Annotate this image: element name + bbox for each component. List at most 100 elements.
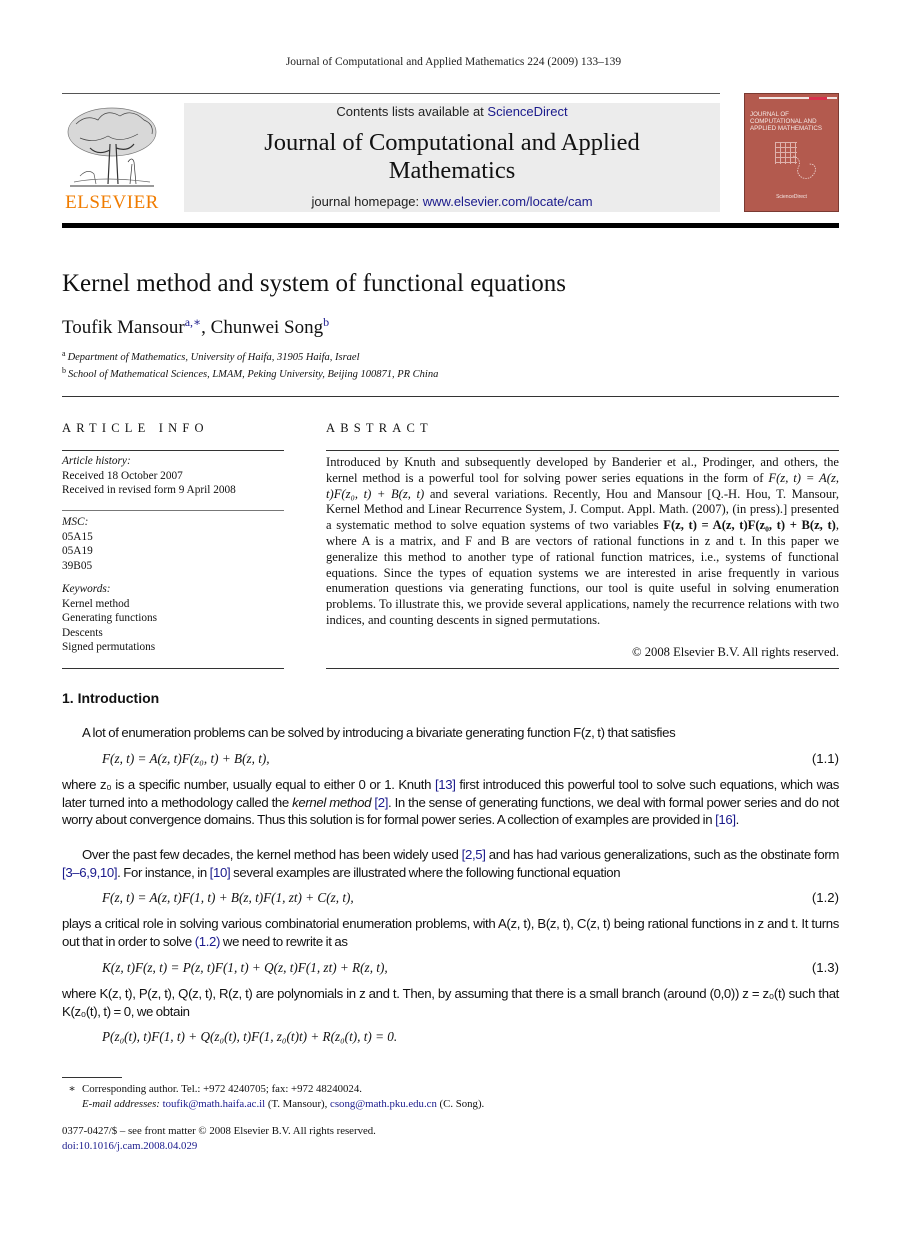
paragraph-text: Over the past few decades, the kernel me… [82, 847, 462, 862]
history-item: Received 18 October 2007 [62, 469, 183, 482]
header-rule [62, 93, 720, 94]
author-list: Toufik Mansoura,∗, Chunwei Songb [62, 315, 329, 339]
affiliation-text: Department of Mathematics, University of… [67, 352, 360, 363]
footnote-text: Corresponding author. Tel.: +972 4240705… [82, 1083, 362, 1095]
section-heading: 1. Introduction [62, 690, 160, 706]
emphasis-text: kernel method [292, 794, 372, 810]
journal-cover: JOURNAL OF COMPUTATIONAL AND APPLIED MAT… [744, 93, 839, 212]
footnote-emails: E-mail addresses: toufik@math.haifa.ac.i… [82, 1098, 484, 1110]
abstract-part: , where A is a matrix, and F and B are v… [326, 518, 839, 627]
intro-paragraph: where K(z, t), P(z, t), Q(z, t), R(z, t)… [62, 986, 839, 1019]
msc-code: 05A19 [62, 545, 93, 557]
citation-link[interactable]: [16] [715, 812, 736, 827]
article-info-rule [62, 510, 284, 511]
cover-footer: ScienceDirect [776, 194, 807, 200]
masthead-rule [62, 223, 839, 228]
footnote-corresponding: ∗ Corresponding author. Tel.: +972 424070… [62, 1082, 362, 1095]
cover-curve-graphic [792, 155, 816, 179]
homepage-prefix: journal homepage: [311, 194, 423, 209]
cover-accent [809, 97, 827, 100]
doi-link[interactable]: doi:10.1016/j.cam.2008.04.029 [62, 1140, 197, 1152]
citation-link[interactable]: [10] [210, 865, 231, 880]
keywords: Keywords: Kernel method Generating funct… [62, 582, 284, 655]
citation-link[interactable]: [13] [435, 777, 456, 792]
journal-banner: Contents lists available at ScienceDirec… [184, 103, 720, 212]
history-item: Received in revised form 9 April 2008 [62, 484, 236, 496]
article-info-rule [62, 668, 284, 669]
keyword: Signed permutations [62, 641, 156, 653]
email-owner: (T. Mansour), [265, 1098, 331, 1110]
journal-title-line2: Mathematics [388, 157, 516, 184]
equation-reference-link[interactable]: (1.2) [195, 934, 221, 949]
paragraph-text: A lot of enumeration problems can be sol… [82, 725, 676, 740]
abstract-text: Introduced by Knuth and subsequently dev… [326, 455, 839, 629]
keyword: Kernel method [62, 597, 130, 610]
paragraph-text: . For instance, in [117, 864, 210, 880]
author-affiliation-mark[interactable]: b [323, 315, 329, 329]
contents-prefix: Contents lists available at [336, 104, 488, 119]
email-link[interactable]: csong@math.pku.edu.cn [330, 1098, 437, 1110]
msc-code: 39B05 [62, 559, 93, 572]
intro-paragraph: where z₀ is a specific number, usually e… [62, 776, 839, 829]
email-label: E-mail addresses: [82, 1098, 163, 1110]
citation-link[interactable]: [2] [374, 795, 388, 810]
contents-line: Contents lists available at ScienceDirec… [184, 104, 720, 119]
msc-label: MSC: [62, 516, 89, 528]
journal-title-line1: Journal of Computational and Applied [264, 129, 640, 156]
author-name: Toufik Mansour [62, 317, 185, 338]
running-head: Journal of Computational and Applied Mat… [285, 56, 622, 68]
equation-number: (1.1) [811, 751, 839, 766]
doi-line: doi:10.1016/j.cam.2008.04.029 [62, 1140, 197, 1152]
title-block-rule [62, 396, 839, 397]
paragraph-text: and has had various generalizations, suc… [485, 847, 840, 862]
sciencedirect-link[interactable]: ScienceDirect [487, 104, 567, 119]
footnote-mark: ∗ [68, 1083, 76, 1095]
keywords-label: Keywords: [62, 583, 111, 595]
intro-paragraph: Over the past few decades, the kernel me… [62, 846, 839, 881]
msc-codes: MSC: 05A15 05A19 39B05 [62, 515, 284, 573]
homepage-line: journal homepage: www.elsevier.com/locat… [184, 194, 720, 209]
equation-number: (1.2) [811, 890, 839, 905]
paragraph-text: several examples are illustrated where t… [230, 864, 621, 880]
keyword: Generating functions [62, 612, 158, 624]
equation-number: (1.3) [811, 960, 839, 975]
paragraph-text: plays a critical role in solving various… [62, 916, 839, 949]
elsevier-wordmark: ELSEVIER [65, 192, 159, 213]
journal-title: Journal of Computational and Applied Mat… [184, 129, 720, 185]
equation-1-3: K(z, t)F(z, t) = P(z, t)F(1, t) + Q(z, t… [102, 960, 388, 975]
equation-1-2: F(z, t) = A(z, t)F(1, t) + B(z, t)F(1, z… [102, 890, 354, 905]
affiliation: a Department of Mathematics, University o… [62, 349, 360, 363]
homepage-link[interactable]: www.elsevier.com/locate/cam [423, 194, 593, 209]
msc-code: 05A15 [62, 530, 93, 543]
affiliation-text: School of Mathematical Sciences, LMAM, P… [68, 369, 439, 380]
article-history-label: Article history: [62, 455, 131, 467]
abstract-equation: F(z, t) = A(z, t)F(z₀, t) + B(z, t) [663, 518, 836, 533]
paragraph-text: we need to rewrite it as [220, 933, 348, 949]
citation-link[interactable]: [3–6,9,10] [62, 865, 118, 880]
affiliation-mark: b [62, 366, 66, 375]
equation-unnumbered: P(z₀(t), t)F(1, t) + Q(z₀(t), t)F(1, z₀(… [102, 1029, 398, 1044]
abstract-heading: ABSTRACT [326, 421, 433, 435]
footnote-rule [62, 1077, 122, 1078]
paragraph-text: where z₀ is a specific number, usually e… [62, 777, 435, 792]
issn-line: 0377-0427/$ – see front matter © 2008 El… [62, 1125, 376, 1137]
article-info-heading: ARTICLE INFO [62, 421, 209, 435]
paragraph-text: . [735, 812, 740, 827]
affiliation: b School of Mathematical Sciences, LMAM, … [62, 366, 438, 380]
article-info-rule [62, 450, 284, 451]
keyword: Descents [62, 626, 103, 639]
article-history: Article history: Received 18 October 200… [62, 454, 284, 498]
intro-paragraph: plays a critical role in solving various… [62, 915, 839, 950]
email-link[interactable]: toufik@math.haifa.ac.il [163, 1098, 266, 1110]
abstract-part: Introduced by Knuth and subsequently dev… [326, 455, 839, 485]
affiliation-mark: a [62, 349, 66, 358]
citation-link[interactable]: [2,5] [462, 847, 486, 862]
paper-title: Kernel method and system of functional e… [62, 270, 567, 297]
author-affiliation-mark[interactable]: a,∗ [185, 315, 201, 329]
email-owner: (C. Song). [436, 1098, 485, 1110]
elsevier-logo: ELSEVIER [62, 104, 162, 214]
cover-title: JOURNAL OF COMPUTATIONAL AND APPLIED MAT… [750, 111, 822, 132]
abstract-copyright: © 2008 Elsevier B.V. All rights reserved… [632, 645, 839, 659]
author-name: Chunwei Song [210, 317, 324, 338]
intro-paragraph: A lot of enumeration problems can be sol… [62, 724, 839, 742]
